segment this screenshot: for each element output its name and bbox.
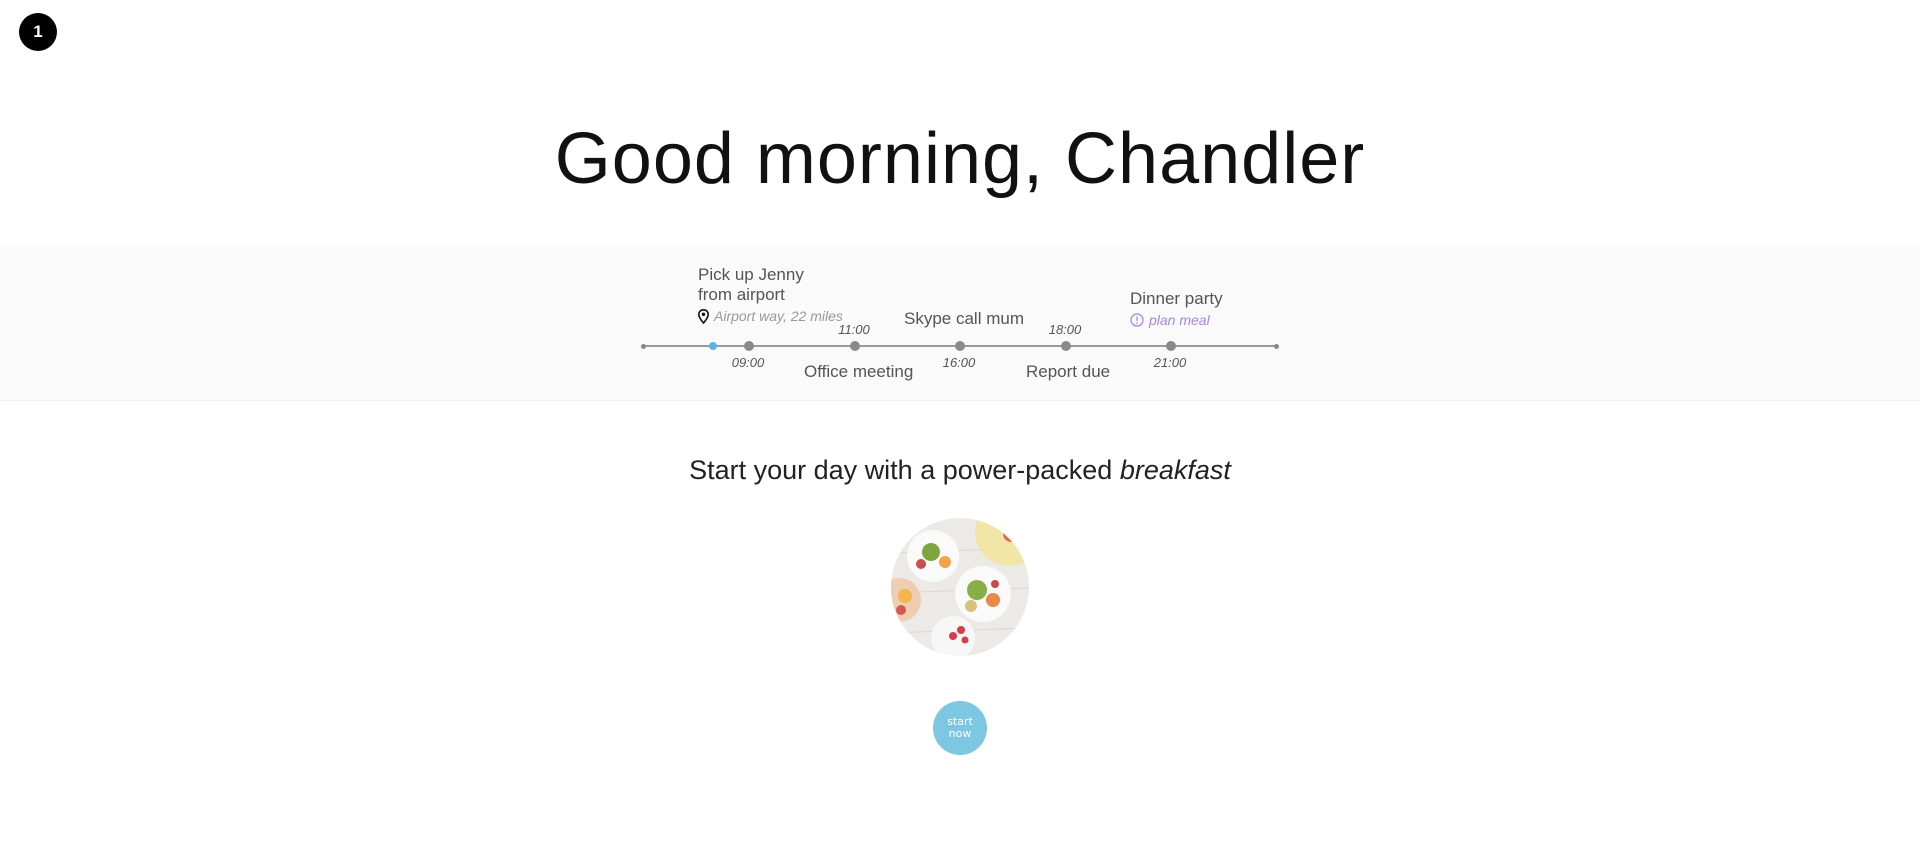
- event-dinner-party[interactable]: Dinner party: [1130, 289, 1223, 309]
- event-pickup-location: Airport way, 22 miles: [698, 308, 843, 324]
- breakfast-bowls-photo: [891, 518, 1029, 656]
- breakfast-heading-text: Start your day with a power-packed: [689, 455, 1120, 485]
- time-label-0900: 09:00: [731, 355, 765, 370]
- time-label-1800: 18:00: [1048, 322, 1082, 337]
- time-label-1600: 16:00: [942, 355, 976, 370]
- event-pickup-location-text: Airport way, 22 miles: [714, 308, 843, 324]
- time-label-2100: 21:00: [1153, 355, 1187, 370]
- event-pickup-line2[interactable]: from airport: [698, 285, 785, 305]
- start-now-button[interactable]: start now: [933, 701, 987, 755]
- plan-meal-link[interactable]: plan meal: [1130, 312, 1210, 328]
- timeline-dot-1600[interactable]: [955, 341, 965, 351]
- breakfast-heading: Start your day with a power-packed break…: [0, 455, 1920, 486]
- timeline-dot-1800[interactable]: [1061, 341, 1071, 351]
- greeting-heading: Good morning, Chandler: [554, 119, 1366, 199]
- alert-circle-icon: [1130, 313, 1144, 327]
- event-skype-call[interactable]: Skype call mum: [904, 309, 1024, 329]
- event-pickup-line1[interactable]: Pick up Jenny: [698, 265, 804, 285]
- timeline-current-time-dot: [709, 342, 717, 350]
- event-office-meeting[interactable]: Office meeting: [804, 362, 913, 382]
- timeline-dot-1100[interactable]: [850, 341, 860, 351]
- step-badge: 1: [19, 13, 57, 51]
- day-timeline: 09:00 11:00 16:00 18:00 21:00 Pick up Je…: [0, 245, 1920, 401]
- breakfast-heading-emphasis: breakfast: [1119, 455, 1231, 485]
- timeline-dot-0900[interactable]: [744, 341, 754, 351]
- timeline-dot-2100[interactable]: [1166, 341, 1176, 351]
- event-report-due[interactable]: Report due: [1026, 362, 1110, 382]
- plan-meal-text[interactable]: plan meal: [1149, 312, 1210, 328]
- time-label-1100: 11:00: [838, 322, 870, 337]
- map-pin-icon: [698, 308, 709, 324]
- page: 1 Good morning, Chandler 09:00 11:00 16:…: [0, 0, 1920, 864]
- timeline-end-cap: [1274, 343, 1279, 349]
- timeline-start-cap: [641, 343, 646, 349]
